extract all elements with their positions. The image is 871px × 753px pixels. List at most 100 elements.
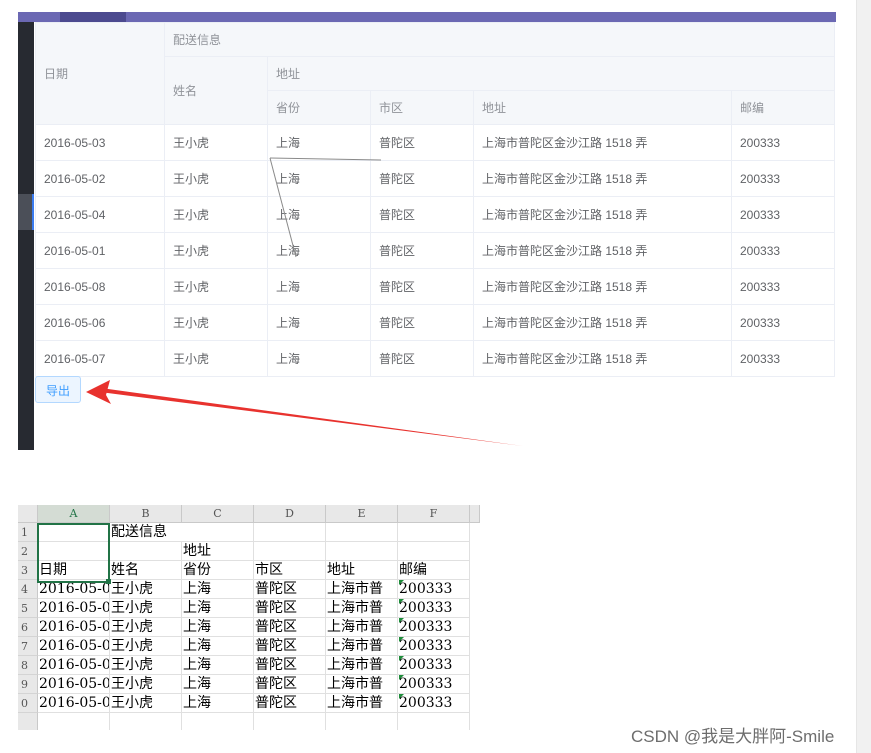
- sheet-cell[interactable]: 邮编: [398, 561, 470, 580]
- sheet-cell[interactable]: 200333: [398, 599, 470, 618]
- sheet-cell[interactable]: 王小虎: [110, 675, 182, 694]
- sheet-cell[interactable]: [254, 523, 326, 542]
- sheet-cell[interactable]: [110, 542, 182, 561]
- column-header-d[interactable]: D: [254, 505, 326, 523]
- sheet-cell[interactable]: [110, 713, 182, 730]
- cell-error-marker-icon: [399, 675, 404, 680]
- table-row: 2016-05-08 王小虎 上海 普陀区 上海市普陀区金沙江路 1518 弄 20033…: [35, 268, 836, 305]
- export-button[interactable]: 导出: [35, 376, 81, 403]
- sheet-cell[interactable]: 配送信息: [110, 523, 182, 542]
- sheet-cell[interactable]: 200333: [398, 637, 470, 656]
- row-header[interactable]: 0: [18, 694, 38, 713]
- sheet-cell[interactable]: 普陀区: [254, 694, 326, 713]
- sheet-cell[interactable]: 200333: [398, 675, 470, 694]
- row-header[interactable]: 5: [18, 599, 38, 618]
- sheet-cell[interactable]: 省份: [182, 561, 254, 580]
- cell-city: 普陀区: [370, 304, 474, 341]
- sheet-cell[interactable]: 上海: [182, 656, 254, 675]
- csdn-watermark: CSDN @我是大胖阿-Smile: [631, 727, 835, 746]
- sidebar-active-item[interactable]: [18, 194, 34, 230]
- row-header[interactable]: 7: [18, 637, 38, 656]
- sheet-cell[interactable]: 普陀区: [254, 656, 326, 675]
- sheet-cell[interactable]: 200333: [398, 580, 470, 599]
- selection-outline: [37, 523, 110, 583]
- sheet-cell[interactable]: 2016-05-0: [38, 618, 110, 637]
- sheet-cell[interactable]: 2016-05-0: [38, 694, 110, 713]
- row-header[interactable]: 2: [18, 542, 38, 561]
- sheet-cell[interactable]: 200333: [398, 656, 470, 675]
- sheet-cell[interactable]: [398, 713, 470, 730]
- column-header-a[interactable]: A: [38, 505, 110, 523]
- sheet-cell[interactable]: 2016-05-0: [38, 656, 110, 675]
- sheet-cell[interactable]: 地址: [326, 561, 398, 580]
- cell-address: 上海市普陀区金沙江路 1518 弄: [473, 124, 732, 161]
- sheet-cell[interactable]: 上海市普: [326, 599, 398, 618]
- sheet-cell[interactable]: 上海: [182, 637, 254, 656]
- header-address-group: 地址: [266, 56, 836, 91]
- row-header[interactable]: 9: [18, 675, 38, 694]
- sheet-cell[interactable]: 市区: [254, 561, 326, 580]
- row-header[interactable]: 4: [18, 580, 38, 599]
- sheet-cell[interactable]: 王小虎: [110, 656, 182, 675]
- row-header[interactable]: 6: [18, 618, 38, 637]
- sheet-cell[interactable]: 2016-05-0: [38, 637, 110, 656]
- sheet-cell[interactable]: 上海: [182, 599, 254, 618]
- sheet-cell[interactable]: 普陀区: [254, 637, 326, 656]
- sheet-cell[interactable]: [182, 523, 254, 542]
- sheet-cell[interactable]: 上海市普: [326, 618, 398, 637]
- sheet-cell[interactable]: 王小虎: [110, 618, 182, 637]
- sheet-cell[interactable]: 姓名: [110, 561, 182, 580]
- sheet-cell[interactable]: [182, 713, 254, 730]
- row-header[interactable]: 8: [18, 656, 38, 675]
- column-header-b[interactable]: B: [110, 505, 182, 523]
- cell-name: 王小虎: [164, 268, 268, 305]
- column-header-e[interactable]: E: [326, 505, 398, 523]
- sheet-cell[interactable]: [326, 523, 398, 542]
- sheet-cell[interactable]: [326, 713, 398, 730]
- sheet-cell[interactable]: 王小虎: [110, 637, 182, 656]
- row-header[interactable]: 3: [18, 561, 38, 580]
- page-scrollbar[interactable]: [856, 0, 871, 753]
- sheet-cell[interactable]: 上海: [182, 675, 254, 694]
- sheet-cell[interactable]: 王小虎: [110, 599, 182, 618]
- sheet-cell[interactable]: 上海: [182, 618, 254, 637]
- cell-city: 普陀区: [370, 124, 474, 161]
- sheet-cell[interactable]: [38, 713, 110, 730]
- sheet-cell[interactable]: 普陀区: [254, 675, 326, 694]
- sheet-cell[interactable]: [254, 713, 326, 730]
- sheet-cell[interactable]: 上海市普: [326, 580, 398, 599]
- sheet-cell[interactable]: [398, 542, 470, 561]
- sheet-cell[interactable]: 上海市普: [326, 637, 398, 656]
- sheet-cell[interactable]: 王小虎: [110, 580, 182, 599]
- sheet-cell[interactable]: 200333: [398, 694, 470, 713]
- sheet-cell[interactable]: 上海市普: [326, 656, 398, 675]
- column-header-c[interactable]: C: [182, 505, 254, 523]
- column-header-blank: [470, 505, 480, 523]
- sheet-cell[interactable]: 地址: [182, 542, 254, 561]
- cell-address: 上海市普陀区金沙江路 1518 弄: [473, 160, 732, 197]
- top-nav-tab[interactable]: [60, 12, 126, 22]
- select-all-corner[interactable]: [18, 505, 38, 523]
- sheet-cell[interactable]: [254, 542, 326, 561]
- cell-date: 2016-05-03: [35, 124, 165, 161]
- sheet-cell[interactable]: 上海: [182, 580, 254, 599]
- sheet-cell[interactable]: 2016-05-0: [38, 675, 110, 694]
- sheet-cell[interactable]: 2016-05-0: [38, 599, 110, 618]
- sheet-cell[interactable]: 上海市普: [326, 675, 398, 694]
- sheet-cell[interactable]: 普陀区: [254, 599, 326, 618]
- fill-handle[interactable]: [106, 579, 111, 584]
- sheet-cell[interactable]: 普陀区: [254, 618, 326, 637]
- sheet-cell[interactable]: 王小虎: [110, 694, 182, 713]
- column-header-f[interactable]: F: [398, 505, 470, 523]
- cell-date: 2016-05-04: [35, 196, 165, 233]
- row-header[interactable]: 1: [18, 523, 38, 542]
- sheet-cell[interactable]: 上海市普: [326, 694, 398, 713]
- cell-zip: 200333: [730, 232, 836, 269]
- sheet-cell[interactable]: 200333: [398, 618, 470, 637]
- top-nav-bar: [18, 12, 836, 22]
- cell-name: 王小虎: [164, 340, 268, 377]
- sheet-cell[interactable]: [398, 523, 470, 542]
- sheet-cell[interactable]: 普陀区: [254, 580, 326, 599]
- sheet-cell[interactable]: 上海: [182, 694, 254, 713]
- sheet-cell[interactable]: [326, 542, 398, 561]
